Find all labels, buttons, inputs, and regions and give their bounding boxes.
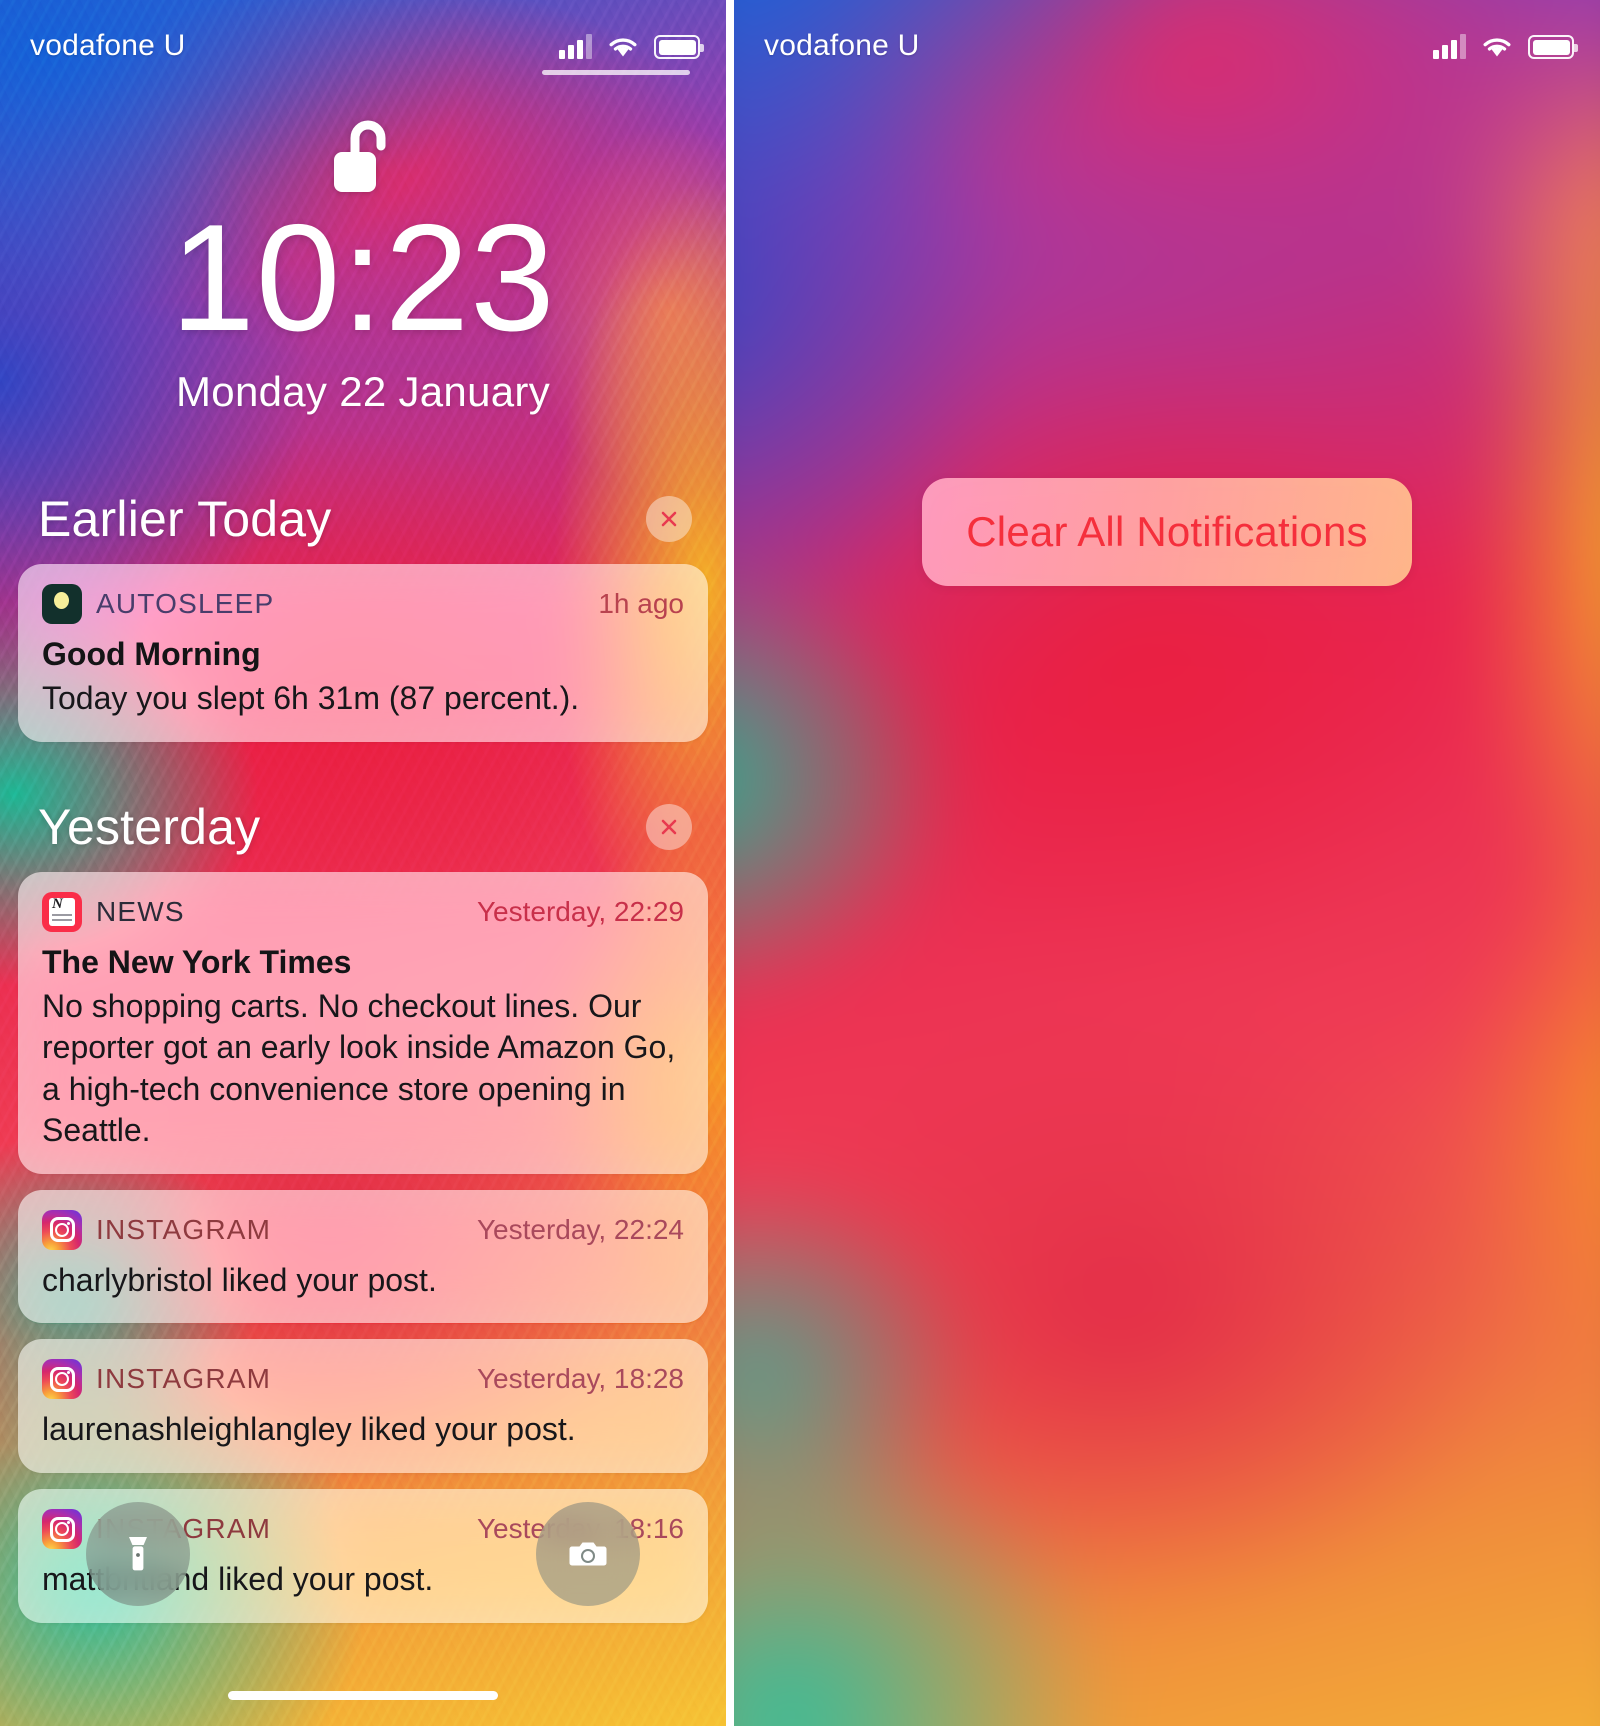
notification-body: Today you slept 6h 31m (87 percent.). — [42, 679, 580, 716]
instagram-app-icon — [42, 1509, 82, 1550]
notification-timestamp: Yesterday, 22:29 — [476, 895, 684, 927]
lock-screen-panel: vodafone U 10:23 Monday 22 January Earli… — [0, 0, 726, 1726]
lock-screen-date: Monday 22 January — [176, 368, 550, 415]
notification-card[interactable]: NEWS Yesterday, 22:29 The New York Times… — [18, 871, 708, 1174]
app-name: AUTOSLEEP — [96, 588, 275, 619]
notification-header: NEWS Yesterday, 22:29 — [42, 891, 684, 932]
camera-icon[interactable] — [536, 1502, 640, 1606]
app-name: NEWS — [96, 895, 185, 927]
instagram-app-icon — [42, 1359, 82, 1400]
close-circle-icon[interactable] — [646, 803, 692, 850]
notification-card[interactable]: AUTOSLEEP 1h ago Good Morning Today you … — [18, 564, 708, 742]
notification-body: laurenashleighlangley liked your post. — [42, 1411, 576, 1448]
status-bar: vodafone U — [734, 0, 1600, 92]
notification-body: charlybristol liked your post. — [42, 1261, 437, 1298]
wifi-icon — [1480, 33, 1514, 59]
lock-screen-time: 10:23 — [170, 193, 556, 363]
apple-news-app-icon — [42, 891, 82, 932]
battery-full-icon — [1528, 35, 1578, 59]
status-bar: vodafone U — [0, 0, 726, 92]
app-name: INSTAGRAM — [96, 1363, 272, 1395]
notification-body: No shopping carts. No checkout lines. Ou… — [42, 987, 676, 1149]
notification-timestamp: 1h ago — [598, 588, 684, 619]
notification-card[interactable]: INSTAGRAM Yesterday, 18:28 laurenashleig… — [18, 1339, 708, 1474]
carrier-label: vodafone U — [30, 29, 186, 62]
notification-timestamp: Yesterday, 18:28 — [476, 1363, 684, 1395]
notification-title: Good Morning — [42, 636, 261, 672]
section-header-yesterday: Yesterday — [0, 798, 726, 856]
clear-all-notifications-button[interactable]: Clear All Notifications — [922, 478, 1412, 586]
close-circle-icon[interactable] — [646, 496, 692, 542]
notification-header: INSTAGRAM Yesterday, 22:24 — [42, 1209, 684, 1250]
notification-title: The New York Times — [42, 943, 352, 980]
notification-header: INSTAGRAM Yesterday, 18:28 — [42, 1359, 684, 1400]
section-header-earlier-today: Earlier Today — [0, 490, 726, 548]
cellular-signal-icon — [1433, 33, 1466, 59]
section-title: Earlier Today — [38, 491, 332, 547]
notification-timestamp: Yesterday, 22:24 — [476, 1213, 684, 1245]
home-indicator[interactable] — [228, 1691, 498, 1700]
instagram-app-icon — [42, 1209, 82, 1250]
wallpaper-blurred — [734, 0, 1600, 1726]
flashlight-icon[interactable] — [86, 1502, 190, 1606]
autosleep-app-icon — [42, 584, 82, 624]
status-grabber — [542, 70, 690, 75]
unlock-icon — [0, 112, 726, 198]
panel-divider — [726, 0, 734, 1726]
status-indicators — [559, 33, 704, 59]
notification-card[interactable]: INSTAGRAM Yesterday, 22:24 charlybristol… — [18, 1189, 708, 1324]
status-indicators — [1433, 33, 1578, 59]
battery-full-icon — [654, 35, 704, 59]
carrier-label: vodafone U — [764, 29, 920, 62]
screenshot-stage: vodafone U 10:23 Monday 22 January Earli… — [0, 0, 1600, 1726]
cellular-signal-icon — [559, 33, 592, 59]
app-name: INSTAGRAM — [96, 1213, 272, 1245]
clear-all-panel: vodafone U Clear All Notifications — [734, 0, 1600, 1726]
notification-header: AUTOSLEEP 1h ago — [42, 584, 684, 624]
wifi-icon — [606, 33, 640, 59]
clear-all-label: Clear All Notifications — [966, 508, 1368, 555]
section-title: Yesterday — [38, 798, 261, 855]
